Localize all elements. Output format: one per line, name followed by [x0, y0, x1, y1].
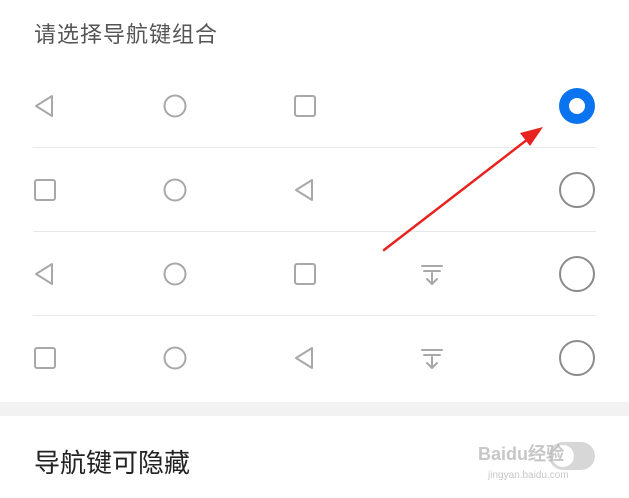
- home-circle-icon: [163, 346, 187, 370]
- back-triangle-icon: [35, 263, 53, 285]
- radio-button[interactable]: [559, 340, 595, 376]
- radio-button[interactable]: [559, 256, 595, 292]
- home-circle-icon: [163, 94, 187, 118]
- nav-combo-row-3[interactable]: [0, 232, 629, 316]
- home-circle-icon: [163, 178, 187, 202]
- nav-combo-row-4[interactable]: [0, 316, 629, 400]
- notification-pulldown-icon: [421, 349, 443, 369]
- section-separator: [0, 402, 629, 416]
- home-circle-icon: [163, 262, 187, 286]
- watermark-logo: Baidu经验: [478, 444, 565, 464]
- nav-combo-row-1[interactable]: [0, 64, 629, 148]
- hideable-nav-label: 导航键可隐藏: [34, 449, 191, 479]
- back-triangle-icon: [295, 179, 313, 201]
- recents-square-icon: [34, 347, 56, 369]
- recents-square-icon: [34, 179, 56, 201]
- back-triangle-icon: [295, 347, 313, 369]
- section-title: 请选择导航键组合: [34, 23, 219, 48]
- notification-pulldown-icon: [421, 265, 443, 285]
- recents-square-icon: [294, 95, 316, 117]
- nav-combo-row-2[interactable]: [0, 148, 629, 232]
- radio-button[interactable]: [559, 172, 595, 208]
- radio-button-selected[interactable]: [559, 88, 595, 124]
- back-triangle-icon: [35, 95, 53, 117]
- recents-square-icon: [294, 263, 316, 285]
- watermark-url: jingyan.baidu.com: [488, 470, 569, 481]
